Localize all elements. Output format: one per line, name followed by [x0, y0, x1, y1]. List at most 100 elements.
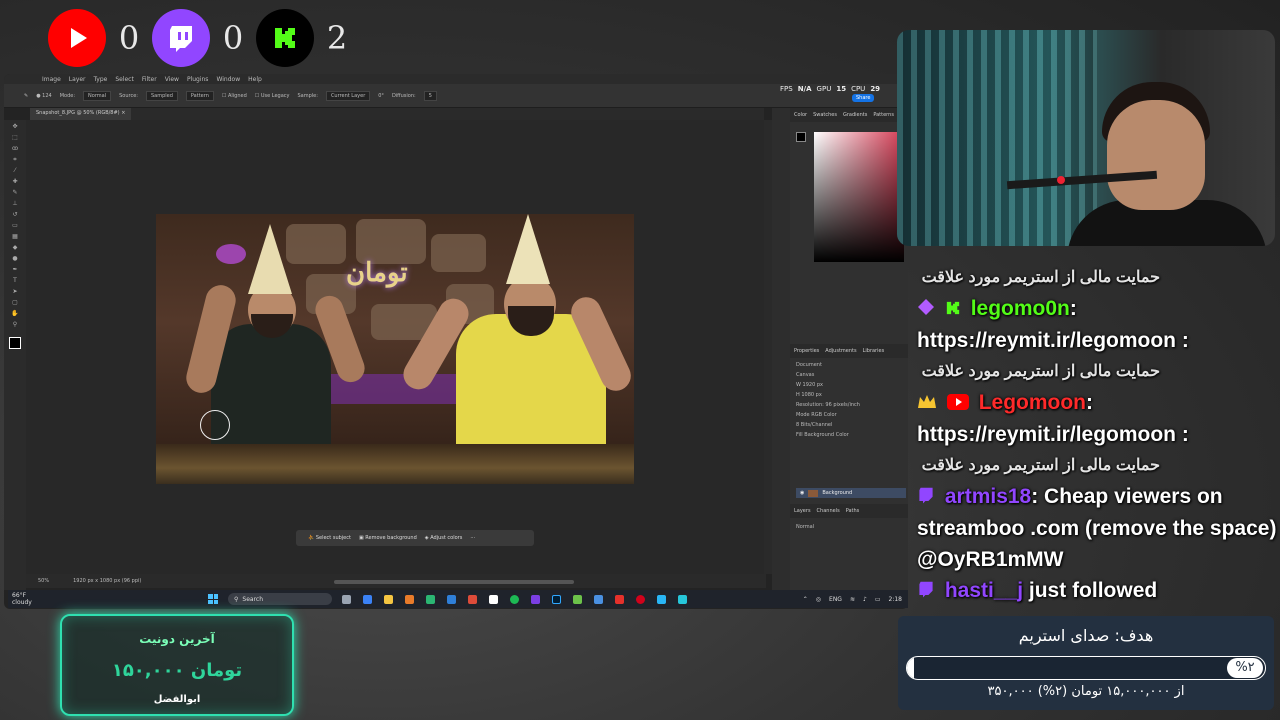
brush-tool-icon[interactable]: ✎ — [10, 189, 20, 197]
mode-select[interactable]: Normal — [83, 90, 112, 101]
app-icon[interactable] — [636, 594, 645, 604]
taskbar-search[interactable]: ⚲ Search — [228, 593, 332, 605]
eye-icon[interactable]: ◉ — [800, 490, 804, 496]
color-picker-field[interactable] — [814, 132, 904, 262]
tab-color[interactable]: Color — [794, 112, 807, 118]
tab-properties[interactable]: Properties — [794, 348, 819, 354]
blur-tool-icon[interactable]: ◆ — [10, 244, 20, 252]
language-indicator[interactable]: ENG — [829, 596, 842, 603]
tray-chevron-icon[interactable]: ⌃ — [803, 596, 808, 603]
crop-tool-icon[interactable]: ⌗ — [10, 156, 20, 164]
shape-tool-icon[interactable]: ▢ — [10, 299, 20, 307]
history-brush-icon[interactable]: ↺ — [10, 211, 20, 219]
healing-tool-icon[interactable]: ✚ — [10, 178, 20, 186]
menu-help[interactable]: Help — [248, 76, 262, 83]
app-icon[interactable] — [573, 594, 582, 604]
width-field[interactable]: W 1920 px — [790, 380, 908, 390]
zoom-tool-icon[interactable]: ⚲ — [10, 321, 20, 329]
pen-tool-icon[interactable]: ✒ — [10, 266, 20, 274]
platform-counters: 0 0 2 — [48, 9, 354, 67]
menu-type[interactable]: Type — [94, 76, 108, 83]
photoshop-icon[interactable] — [552, 594, 561, 604]
weather-widget[interactable]: 66°F cloudy — [8, 592, 48, 606]
bit-depth-select[interactable]: 8 Bits/Channel — [790, 420, 908, 430]
rider-icon[interactable] — [531, 594, 540, 604]
eyedropper-tool-icon[interactable]: ⁄ — [10, 167, 20, 175]
eraser-tool-icon[interactable]: ▭ — [10, 222, 20, 230]
diffusion-field[interactable]: 5 — [423, 90, 437, 101]
remove-background-button[interactable]: ▣ Remove background — [359, 535, 417, 541]
document-tab[interactable]: Snapshot_8.JPG @ 50% (RGB/8#) × — [30, 108, 132, 120]
contextual-taskbar: ⛹ Select subject ▣ Remove background ◈ A… — [296, 530, 534, 546]
wifi-icon[interactable]: ≋ — [850, 596, 855, 603]
layer-blend-mode[interactable]: Normal — [790, 522, 820, 532]
tab-libraries[interactable]: Libraries — [863, 348, 885, 354]
chrome-icon[interactable] — [468, 594, 477, 604]
task-view-icon[interactable] — [342, 594, 351, 604]
canvas-table-area — [156, 444, 634, 484]
menu-select[interactable]: Select — [115, 76, 134, 83]
tab-channels[interactable]: Channels — [817, 508, 840, 514]
layer-background-row[interactable]: ◉ Background — [796, 488, 906, 498]
source-sampled[interactable]: Sampled — [145, 90, 178, 101]
tab-gradients[interactable]: Gradients — [843, 112, 867, 118]
clock[interactable]: 2:18 — [889, 596, 902, 603]
app-icon[interactable] — [678, 594, 687, 604]
marquee-tool-icon[interactable]: ⬚ — [10, 134, 20, 142]
path-select-icon[interactable]: ➤ — [10, 288, 20, 296]
tab-layers[interactable]: Layers — [794, 508, 811, 514]
menu-image[interactable]: Image — [42, 76, 61, 83]
brush-size[interactable]: ● 124 — [36, 93, 52, 99]
menu-view[interactable]: View — [165, 76, 179, 83]
blender-icon[interactable] — [405, 594, 414, 604]
file-explorer-icon[interactable] — [384, 594, 393, 604]
hand-tool-icon[interactable]: ✋ — [10, 310, 20, 318]
app-icon[interactable] — [615, 594, 624, 604]
foreground-swatch[interactable] — [796, 132, 806, 142]
horizontal-scrollbar[interactable] — [334, 580, 574, 584]
source-pattern[interactable]: Pattern — [185, 90, 214, 101]
dodge-tool-icon[interactable]: ● — [10, 255, 20, 263]
battery-icon[interactable]: ▭ — [875, 596, 881, 603]
volume-icon[interactable]: ♪ — [863, 596, 867, 603]
height-field[interactable]: H 1080 px — [790, 390, 908, 400]
type-tool-icon[interactable]: T — [10, 277, 20, 285]
stamp-tool-icon[interactable]: ⊥ — [10, 200, 20, 208]
search-icon: ⚲ — [234, 595, 239, 603]
use-legacy-checkbox[interactable]: ☐ Use Legacy — [255, 93, 290, 99]
healing-brush-icon[interactable]: ✎ — [24, 93, 28, 99]
menu-window[interactable]: Window — [216, 76, 240, 83]
context-more-icon[interactable]: ⋯ — [470, 535, 475, 541]
tab-paths[interactable]: Paths — [846, 508, 860, 514]
lasso-tool-icon[interactable]: ꝏ — [10, 145, 20, 153]
select-subject-button[interactable]: ⛹ Select subject — [308, 535, 351, 541]
system-tray: ⌃ ◎ ENG ≋ ♪ ▭ 2:18 — [803, 596, 908, 603]
app-icon[interactable] — [657, 594, 666, 604]
gradient-tool-icon[interactable]: ▦ — [10, 233, 20, 241]
share-button[interactable]: Share — [852, 94, 875, 102]
drive-icon[interactable] — [426, 594, 435, 604]
color-mode-select[interactable]: Mode RGB Color — [790, 410, 908, 420]
tab-swatches[interactable]: Swatches — [813, 112, 837, 118]
app-icon[interactable] — [594, 594, 603, 604]
vertical-scrollbar[interactable] — [764, 120, 772, 574]
sample-select[interactable]: Current Layer — [325, 90, 371, 101]
foreground-color-swatch[interactable] — [9, 337, 21, 349]
spotify-icon[interactable] — [510, 594, 519, 604]
aligned-checkbox[interactable]: ☐ Aligned — [222, 93, 247, 99]
obs-icon[interactable] — [489, 594, 498, 604]
tab-patterns[interactable]: Patterns — [873, 112, 894, 118]
zoom-level[interactable]: 50% — [38, 578, 49, 584]
adjust-colors-button[interactable]: ◈ Adjust colors — [425, 535, 463, 541]
steam-icon[interactable] — [447, 594, 456, 604]
tray-app-icon[interactable]: ◎ — [816, 596, 821, 603]
angle-field[interactable]: 0° — [378, 93, 384, 99]
store-icon[interactable] — [363, 594, 372, 604]
fill-select[interactable]: Fill Background Color — [790, 430, 908, 440]
menu-filter[interactable]: Filter — [142, 76, 157, 83]
tab-adjustments[interactable]: Adjustments — [825, 348, 856, 354]
windows-start-icon[interactable] — [208, 594, 218, 604]
menu-layer[interactable]: Layer — [69, 76, 86, 83]
move-tool-icon[interactable]: ✥ — [10, 123, 20, 131]
menu-plugins[interactable]: Plugins — [187, 76, 209, 83]
